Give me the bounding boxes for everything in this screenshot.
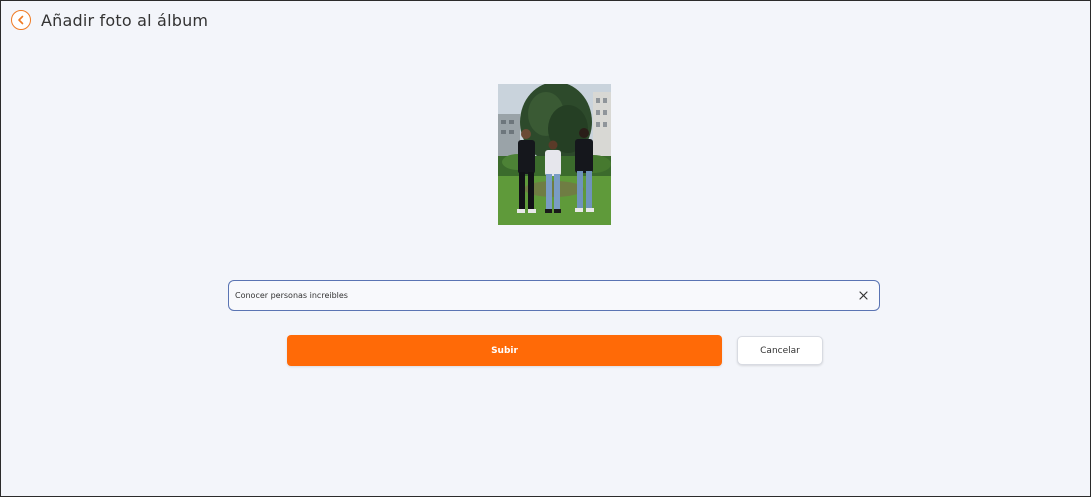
- cancel-button[interactable]: Cancelar: [737, 336, 823, 365]
- caption-input[interactable]: [229, 281, 853, 310]
- album-photo-preview: [498, 84, 611, 225]
- page-frame: Añadir foto al álbum Conocer personas in…: [0, 0, 1091, 497]
- close-icon: [858, 291, 868, 300]
- chevron-left-icon: [18, 15, 24, 25]
- clear-caption-button[interactable]: [853, 286, 873, 306]
- submit-button[interactable]: Subir: [287, 335, 722, 366]
- photo-image: [498, 84, 611, 225]
- page-header: Añadir foto al álbum: [11, 10, 208, 30]
- back-button[interactable]: [11, 10, 31, 30]
- caption-field[interactable]: [228, 280, 880, 311]
- page-title: Añadir foto al álbum: [41, 10, 209, 30]
